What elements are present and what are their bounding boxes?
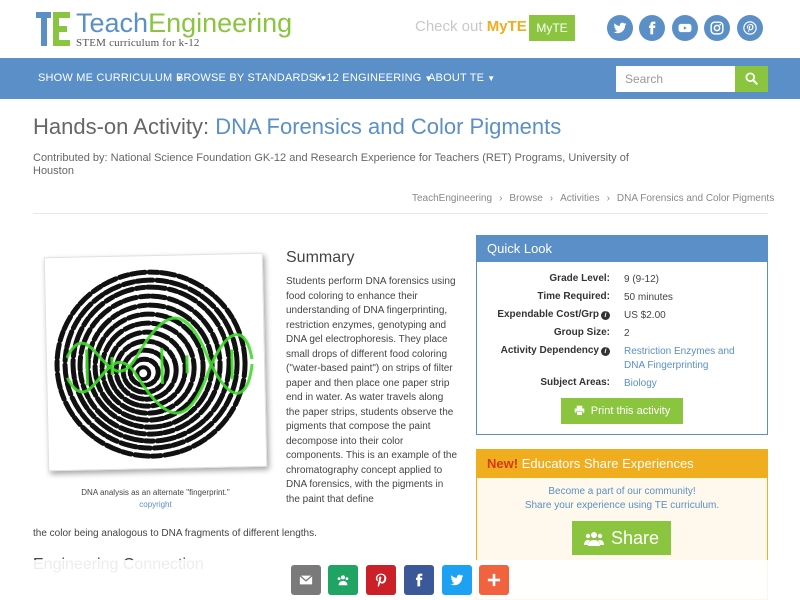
facebook-share-button[interactable]	[404, 565, 434, 595]
print-icon	[574, 405, 585, 416]
figure-caption: DNA analysis as an alternate "fingerprin…	[81, 488, 230, 497]
print-activity-button[interactable]: Print this activity	[561, 398, 683, 424]
info-icon[interactable]: i	[601, 347, 610, 356]
more-icon	[487, 573, 501, 587]
email-icon	[299, 575, 313, 585]
facebook-link[interactable]	[639, 15, 665, 41]
copyright-link[interactable]: copyright	[46, 500, 265, 509]
nav-show-me-curriculum[interactable]: SHOW ME CURRICULUM ▼	[38, 72, 184, 84]
logo-teach-text: Teach	[76, 8, 149, 38]
quick-look-title: Quick Look	[477, 236, 767, 262]
summary-text: Students perform DNA forensics using foo…	[286, 276, 458, 505]
instagram-link[interactable]	[704, 15, 730, 41]
google-classroom-share-button[interactable]	[328, 565, 358, 595]
twitter-share-button[interactable]	[442, 565, 472, 595]
breadcrumb-separator-icon: ›	[499, 193, 503, 204]
share-experience-button[interactable]: Share	[572, 521, 671, 555]
main-nav: SHOW ME CURRICULUM ▼ BROWSE BY STANDARDS ▼…	[0, 58, 800, 99]
activity-dependency-label-text: Activity Dependency	[500, 345, 599, 356]
youtube-icon	[678, 23, 692, 33]
quick-look-panel: Quick Look Grade Level: 9 (9-12) Time Re…	[476, 235, 768, 435]
activity-dependency-link[interactable]: Restriction Enzymes and DNA Fingerprinti…	[624, 345, 749, 373]
expendable-cost-label-text: Expendable Cost/Grp	[497, 309, 599, 320]
search-button[interactable]	[735, 66, 768, 92]
breadcrumb-separator-icon: ›	[606, 193, 610, 204]
more-share-button[interactable]	[479, 565, 509, 595]
logo-tagline: STEM curriculum for k-12	[76, 37, 200, 49]
breadcrumb: TeachEngineering › Browse › Activities › DNA F…	[412, 193, 774, 204]
myte-button[interactable]: MyTE	[529, 15, 575, 41]
new-badge: New!	[487, 456, 519, 471]
pinterest-icon	[743, 21, 757, 35]
subject-area-link[interactable]: Biology	[624, 377, 657, 391]
logo-mark-icon	[36, 12, 70, 46]
share-experience-link[interactable]: Share your experience using TE curriculu…	[477, 500, 767, 511]
group-size-label: Group Size:	[553, 327, 610, 338]
logo-engineering-text: Engineering	[148, 8, 293, 38]
breadcrumb-item-browse[interactable]: Browse	[509, 193, 542, 204]
nav-browse-by-standards[interactable]: BROWSE BY STANDARDS ▼	[176, 72, 327, 84]
nav-item-label: BROWSE BY STANDARDS	[176, 72, 317, 84]
checkout-myte-text: Check out MyTE	[415, 18, 527, 35]
twitter-icon	[450, 574, 464, 586]
chevron-down-icon: ▼	[487, 74, 496, 83]
search-icon	[745, 72, 758, 85]
divider	[33, 213, 768, 214]
instagram-icon	[710, 21, 724, 35]
breadcrumb-separator-icon: ›	[549, 193, 554, 204]
nav-about-te[interactable]: ABOUT TE ▼	[428, 72, 495, 84]
breadcrumb-item-current: DNA Forensics and Color Pigments	[616, 193, 775, 204]
facebook-icon	[415, 573, 423, 587]
print-activity-label: Print this activity	[590, 405, 671, 417]
group-size-value: 2	[624, 328, 630, 339]
nav-item-label: SHOW ME CURRICULUM	[38, 72, 173, 84]
educators-share-title: New! Educators Share Experiences	[477, 450, 767, 478]
site-header: TeachEngineering STEM curriculum for k-1…	[0, 0, 800, 58]
time-required-value: 50 minutes	[624, 292, 673, 303]
youtube-link[interactable]	[672, 15, 698, 41]
floating-share-bar	[0, 560, 800, 600]
time-required-label: Time Required:	[537, 291, 610, 302]
page-title-prefix: Hands-on Activity:	[33, 114, 210, 139]
expendable-cost-value: US $2.00	[624, 310, 666, 321]
breadcrumb-item-teachengineering[interactable]: TeachEngineering	[412, 193, 492, 204]
summary-text-continued: the color being analogous to DNA fragmen…	[33, 528, 317, 539]
facebook-icon	[648, 21, 656, 35]
educators-share-title-text: Educators Share Experiences	[521, 456, 694, 471]
community-invite-link[interactable]: Become a part of our community!	[477, 486, 767, 497]
checkout-prefix: Check out	[415, 18, 483, 35]
page-title: Hands-on Activity: DNA Forensics and Col…	[33, 114, 561, 140]
google-classroom-icon	[337, 575, 349, 586]
contributed-by-text: Contributed by: National Science Foundat…	[33, 152, 629, 177]
checkout-myte-link[interactable]: MyTE	[487, 18, 527, 35]
logo-wordmark: TeachEngineering	[76, 8, 292, 39]
users-icon	[583, 532, 604, 546]
fingerprint-image[interactable]	[43, 252, 268, 472]
summary-heading: Summary	[286, 249, 355, 266]
twitter-link[interactable]	[607, 15, 633, 41]
grade-level-label: Grade Level:	[549, 273, 610, 284]
nav-k12-engineering[interactable]: K-12 ENGINEERING ▼	[315, 72, 433, 84]
pinterest-share-button[interactable]	[366, 565, 396, 595]
fingerprint-illustration	[54, 269, 254, 459]
subject-areas-label: Subject Areas:	[540, 377, 610, 388]
info-icon[interactable]: i	[601, 311, 610, 320]
email-share-button[interactable]	[291, 565, 321, 595]
nav-item-label: K-12 ENGINEERING	[315, 72, 422, 84]
search-input[interactable]	[616, 66, 735, 92]
grade-level-value: 9 (9-12)	[624, 274, 660, 285]
share-button-label: Share	[610, 528, 660, 548]
pinterest-icon	[375, 573, 387, 587]
nav-item-label: ABOUT TE	[428, 72, 485, 84]
page-title-name: DNA Forensics and Color Pigments	[215, 114, 562, 139]
pinterest-link[interactable]	[737, 15, 763, 41]
expendable-cost-label: Expendable Cost/Grp i	[497, 309, 610, 320]
twitter-icon	[613, 22, 627, 34]
breadcrumb-item-activities[interactable]: Activities	[560, 193, 599, 204]
activity-dependency-label: Activity Dependency i	[501, 345, 610, 356]
